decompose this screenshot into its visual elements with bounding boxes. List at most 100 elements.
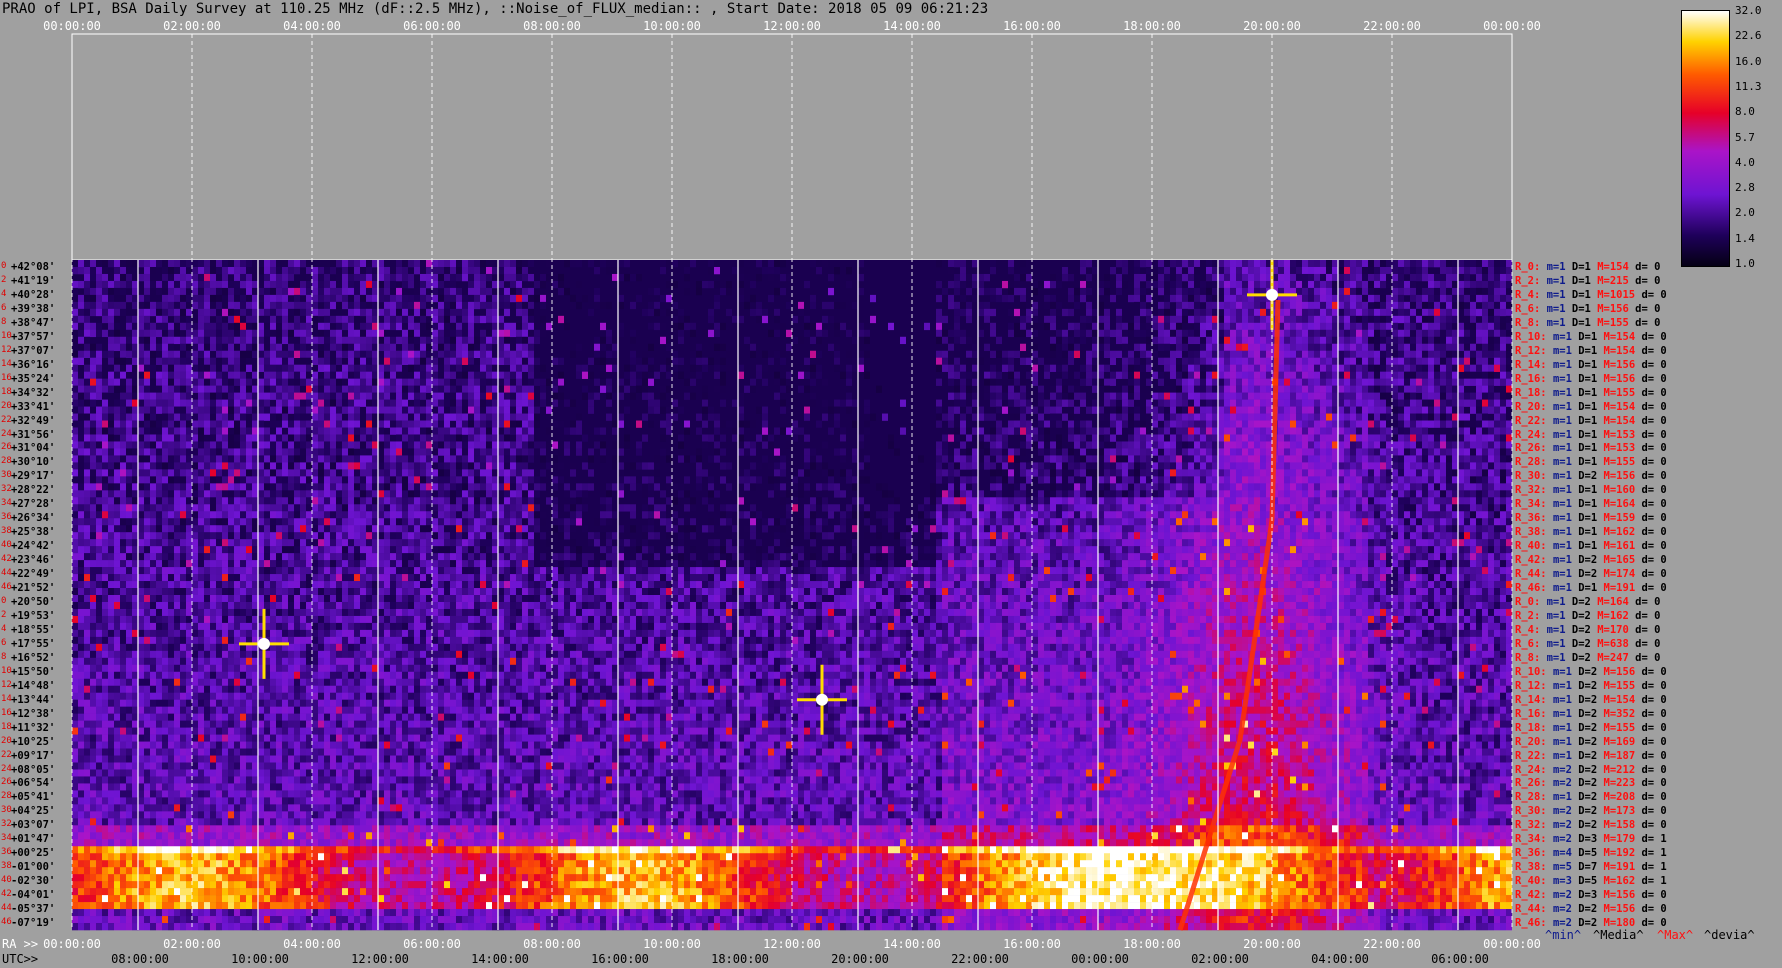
ra-tick-label: 12:00:00 xyxy=(763,937,821,951)
legend-deviation: ^devia^ xyxy=(1704,928,1755,942)
dec-tick-label: +22°49' xyxy=(11,568,55,580)
dec-tick-label: +21°52' xyxy=(11,582,55,594)
ra-tick-label: 18:00:00 xyxy=(1123,937,1181,951)
row-stat: R_40: m=1 D=1 M=161 d= 0 xyxy=(1515,540,1667,552)
dec-tick-label: +20°50' xyxy=(11,596,55,608)
dec-tick-label: +01°47' xyxy=(11,833,55,845)
ra-tick-label: 10:00:00 xyxy=(643,937,701,951)
row-index-label: 18 xyxy=(1,387,12,397)
row-stat: R_30: m=2 D=2 M=173 d= 0 xyxy=(1515,805,1667,817)
utc-tick-label: 02:00:00 xyxy=(1191,952,1249,966)
row-index-label: 42 xyxy=(1,554,12,564)
dec-tick-label: +10°25' xyxy=(11,736,55,748)
row-index-label: 24 xyxy=(1,764,12,774)
dec-tick-label: -07°19' xyxy=(11,917,55,929)
row-stat: R_16: m=1 D=2 M=352 d= 0 xyxy=(1515,708,1667,720)
utc-tick-label: 12:00:00 xyxy=(351,952,409,966)
row-stat: R_36: m=1 D=1 M=159 d= 0 xyxy=(1515,512,1667,524)
top-tick-label: 20:00:00 xyxy=(1243,19,1301,33)
colorbar-tick-label: 32.0 xyxy=(1735,4,1762,17)
row-stat: R_32: m=1 D=1 M=160 d= 0 xyxy=(1515,484,1667,496)
ra-tick-label: 00:00:00 xyxy=(1483,937,1541,951)
dec-tick-label: +41°19' xyxy=(11,275,55,287)
row-index-label: 20 xyxy=(1,736,12,746)
row-stat: R_26: m=2 D=2 M=223 d= 0 xyxy=(1515,777,1667,789)
top-tick-label: 16:00:00 xyxy=(1003,19,1061,33)
row-stat: R_42: m=2 D=3 M=156 d= 0 xyxy=(1515,889,1667,901)
utc-tick-label: 18:00:00 xyxy=(711,952,769,966)
row-index-label: 4 xyxy=(1,289,6,299)
row-index-label: 44 xyxy=(1,568,12,578)
row-stat: R_16: m=1 D=1 M=156 d= 0 xyxy=(1515,373,1667,385)
dec-tick-label: +33°41' xyxy=(11,401,55,413)
row-stat: R_10: m=1 D=2 M=156 d= 0 xyxy=(1515,666,1667,678)
row-index-label: 14 xyxy=(1,694,12,704)
colorbar-tick-label: 4.0 xyxy=(1735,156,1755,169)
colorbar-tick-label: 8.0 xyxy=(1735,105,1755,118)
row-stat: R_18: m=1 D=2 M=155 d= 0 xyxy=(1515,722,1667,734)
dec-tick-label: +35°24' xyxy=(11,373,55,385)
row-index-label: 0 xyxy=(1,261,6,271)
row-stat: R_46: m=1 D=1 M=191 d= 0 xyxy=(1515,582,1667,594)
row-stat: R_30: m=1 D=2 M=156 d= 0 xyxy=(1515,470,1667,482)
row-stat: R_8: m=1 D=1 M=155 d= 0 xyxy=(1515,317,1660,329)
row-index-label: 32 xyxy=(1,819,12,829)
row-index-label: 28 xyxy=(1,791,12,801)
utc-tick-label: 04:00:00 xyxy=(1311,952,1369,966)
colorbar-tick-label: 2.8 xyxy=(1735,181,1755,194)
dec-tick-label: +36°16' xyxy=(11,359,55,371)
row-index-label: 12 xyxy=(1,680,12,690)
row-index-label: 38 xyxy=(1,526,12,536)
utc-tick-label: 06:00:00 xyxy=(1431,952,1489,966)
row-stat: R_24: m=1 D=1 M=153 d= 0 xyxy=(1515,429,1667,441)
row-stat: R_28: m=1 D=2 M=208 d= 0 xyxy=(1515,791,1667,803)
ra-tick-label: 14:00:00 xyxy=(883,937,941,951)
row-index-label: 22 xyxy=(1,750,12,760)
row-index-label: 38 xyxy=(1,861,12,871)
bright-source xyxy=(816,693,828,706)
utc-axis-prefix: UTC>> xyxy=(2,952,38,966)
row-stat: R_2: m=1 D=1 M=215 d= 0 xyxy=(1515,275,1660,287)
row-stat: R_0: m=1 D=2 M=164 d= 0 xyxy=(1515,596,1660,608)
ra-axis-prefix: RA >> xyxy=(2,937,38,951)
top-tick-label: 00:00:00 xyxy=(1483,19,1541,33)
row-stat: R_4: m=1 D=1 M=1015 d= 0 xyxy=(1515,289,1667,301)
row-stat: R_6: m=1 D=2 M=638 d= 0 xyxy=(1515,638,1660,650)
row-index-label: 12 xyxy=(1,345,12,355)
row-index-label: 40 xyxy=(1,540,12,550)
ra-tick-label: 08:00:00 xyxy=(523,937,581,951)
ra-tick-label: 06:00:00 xyxy=(403,937,461,951)
top-tick-label: 00:00:00 xyxy=(43,19,101,33)
dec-tick-label: +37°07' xyxy=(11,345,55,357)
row-index-label: 28 xyxy=(1,456,12,466)
row-index-label: 16 xyxy=(1,708,12,718)
row-stat: R_38: m=5 D=7 M=191 d= 1 xyxy=(1515,861,1667,873)
utc-tick-label: 22:00:00 xyxy=(951,952,1009,966)
utc-tick-label: 14:00:00 xyxy=(471,952,529,966)
dec-tick-label: +31°56' xyxy=(11,429,55,441)
row-stat: R_4: m=1 D=2 M=170 d= 0 xyxy=(1515,624,1660,636)
top-tick-label: 22:00:00 xyxy=(1363,19,1421,33)
dec-tick-label: +29°17' xyxy=(11,470,55,482)
row-stat: R_46: m=2 D=2 M=180 d= 0 xyxy=(1515,917,1667,929)
utc-tick-label: 10:00:00 xyxy=(231,952,289,966)
dec-tick-label: -04°01' xyxy=(11,889,55,901)
row-stat: R_12: m=1 D=2 M=155 d= 0 xyxy=(1515,680,1667,692)
dec-tick-label: +08°05' xyxy=(11,764,55,776)
row-stat: R_20: m=1 D=1 M=154 d= 0 xyxy=(1515,401,1667,413)
row-stat: R_40: m=3 D=5 M=162 d= 1 xyxy=(1515,875,1667,887)
row-index-label: 36 xyxy=(1,512,12,522)
dec-tick-label: +18°55' xyxy=(11,624,55,636)
row-index-label: 24 xyxy=(1,429,12,439)
row-stat: R_20: m=1 D=2 M=169 d= 0 xyxy=(1515,736,1667,748)
bright-source xyxy=(258,637,270,650)
top-tick-label: 10:00:00 xyxy=(643,19,701,33)
row-stat: R_22: m=1 D=1 M=154 d= 0 xyxy=(1515,415,1667,427)
row-stat: R_2: m=1 D=2 M=162 d= 0 xyxy=(1515,610,1660,622)
ra-tick-label: 22:00:00 xyxy=(1363,937,1421,951)
row-index-label: 36 xyxy=(1,847,12,857)
dec-tick-label: +42°08' xyxy=(11,261,55,273)
row-index-label: 16 xyxy=(1,373,12,383)
row-index-label: 8 xyxy=(1,317,6,327)
dec-tick-label: +05°41' xyxy=(11,791,55,803)
